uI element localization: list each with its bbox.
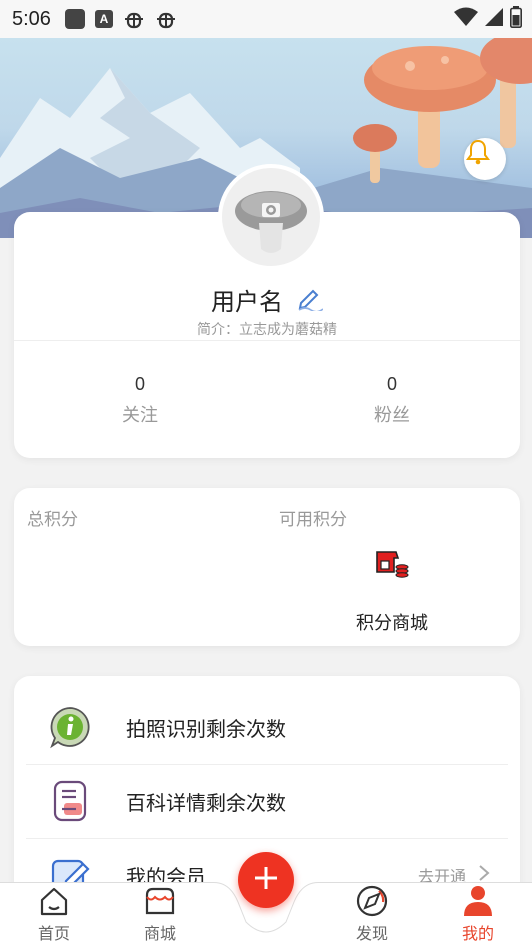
- stat-value: 0: [134, 374, 145, 394]
- points-mall-button[interactable]: [374, 548, 410, 583]
- a-icon: A: [94, 10, 113, 28]
- notification-bell-button[interactable]: [464, 138, 506, 180]
- document-icon: [48, 779, 92, 823]
- info-chat-icon: [48, 705, 92, 749]
- tab-discover[interactable]: 发现: [332, 882, 412, 947]
- stat-value: 0: [386, 374, 397, 394]
- bug-icon: [123, 8, 145, 30]
- points-mall-icon: [374, 551, 410, 582]
- home-icon: [38, 884, 70, 918]
- tab-mine[interactable]: 我的: [438, 882, 518, 947]
- profile-bio: 简介：立志成为蘑菇精: [197, 321, 337, 337]
- status-time: 5:06: [12, 7, 51, 30]
- list-item-label: 拍照识别剩余次数: [126, 718, 286, 741]
- signal-icon: [484, 7, 504, 32]
- tab-label: 首页: [37, 926, 70, 943]
- status-bar: 5:06 A: [0, 0, 532, 38]
- user-icon: [461, 884, 495, 918]
- points-card: 总积分 可用积分 积分商城: [14, 488, 520, 646]
- add-post-button[interactable]: [238, 852, 294, 908]
- list-item-photo-recognition[interactable]: 拍照识别剩余次数: [26, 690, 508, 764]
- tab-label: 发现: [355, 926, 388, 943]
- total-points-label: 总积分: [27, 510, 78, 529]
- divider: [14, 340, 520, 341]
- tab-home[interactable]: 首页: [14, 882, 94, 947]
- tab-label: 我的: [461, 926, 494, 943]
- stat-following[interactable]: 0 关注: [60, 374, 220, 427]
- stat-label: 粉丝: [374, 405, 410, 425]
- stat-followers[interactable]: 0 粉丝: [312, 374, 472, 427]
- points-mall-label[interactable]: 积分商城: [334, 609, 450, 635]
- bug-icon: [155, 8, 177, 30]
- compass-icon: [355, 884, 389, 918]
- plus-icon: [251, 863, 281, 898]
- avatar[interactable]: [218, 164, 324, 270]
- square-icon: [64, 9, 85, 29]
- list-item-label: 百科详情剩余次数: [126, 792, 286, 815]
- tab-label: 商城: [143, 926, 176, 943]
- wifi-icon: [454, 7, 478, 32]
- username: 用户名: [211, 289, 283, 316]
- available-points-label: 可用积分: [279, 510, 347, 529]
- list-item-encyclopedia[interactable]: 百科详情剩余次数: [26, 764, 508, 838]
- shop-icon: [143, 884, 177, 918]
- battery-icon: [510, 6, 522, 33]
- stat-label: 关注: [122, 405, 158, 425]
- edit-icon[interactable]: [295, 283, 324, 316]
- tab-shop[interactable]: 商城: [120, 882, 200, 947]
